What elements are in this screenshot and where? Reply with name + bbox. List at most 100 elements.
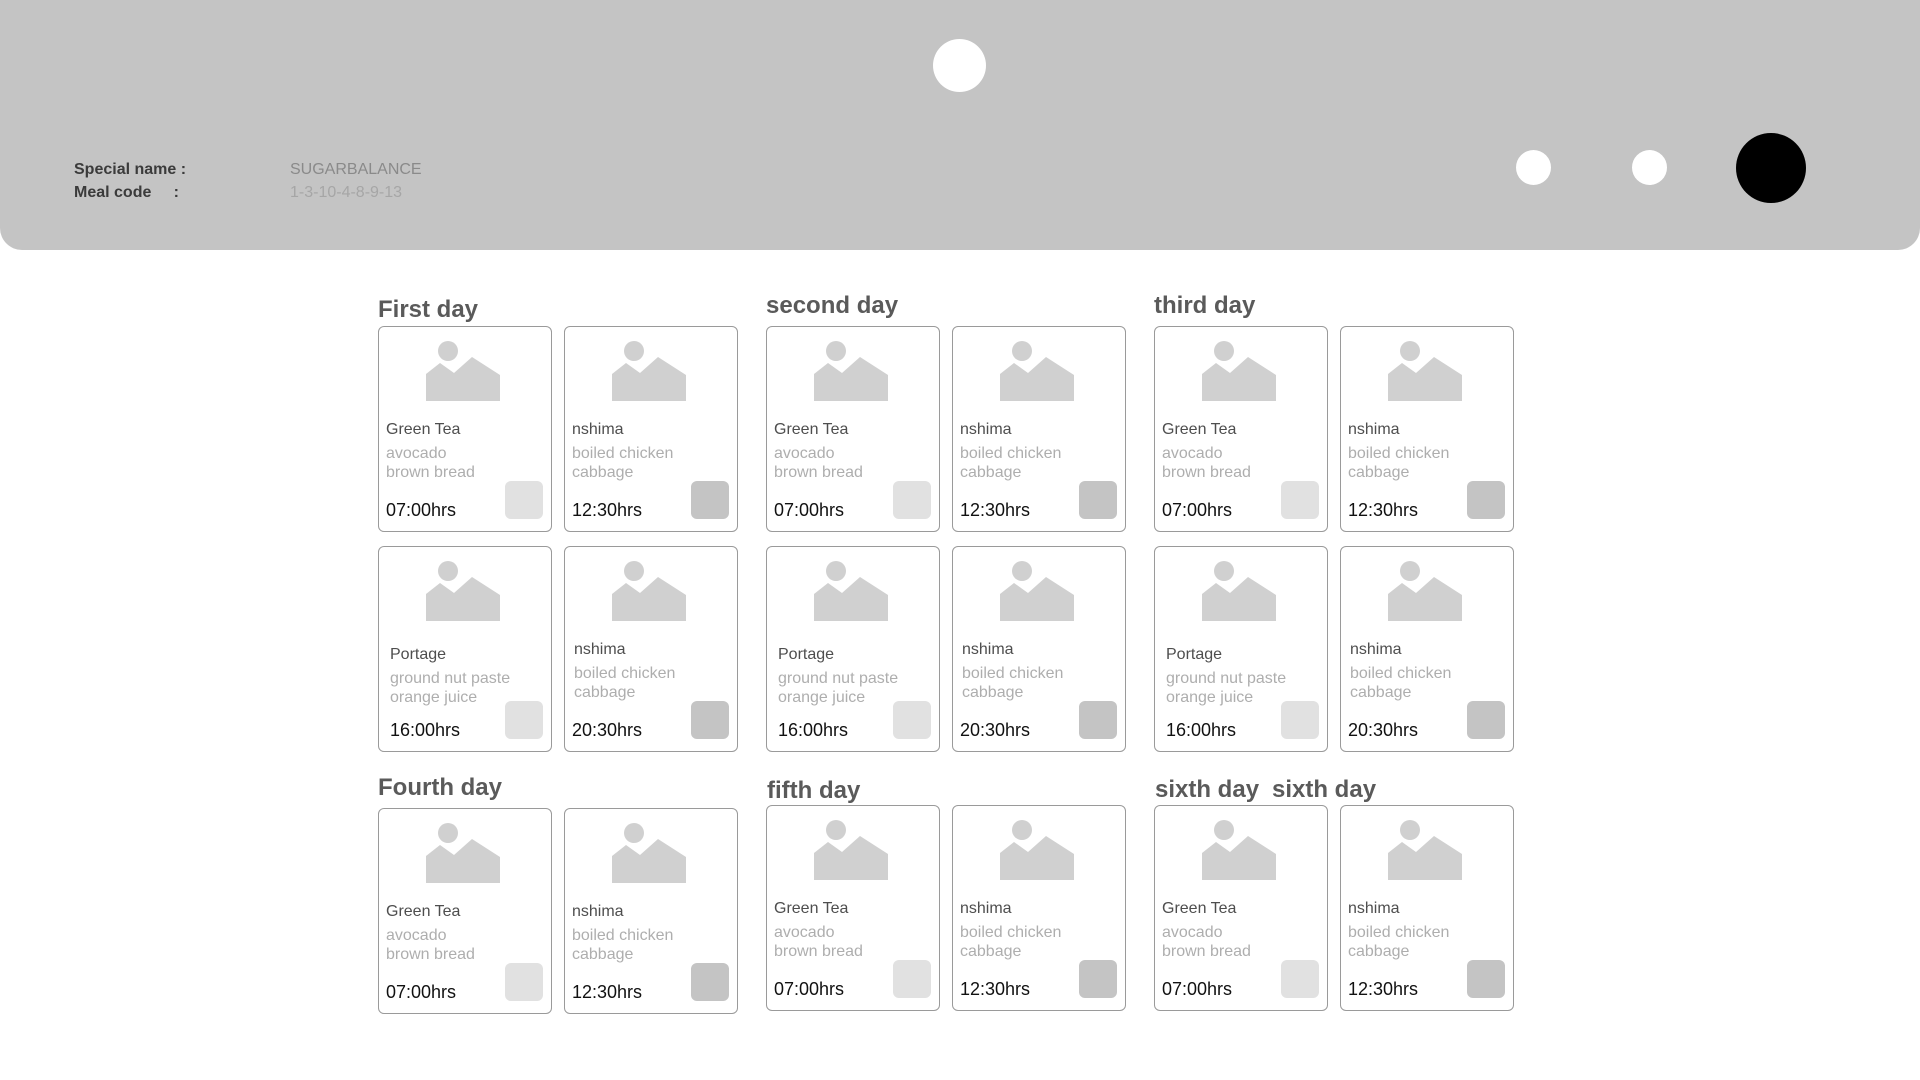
image-placeholder-icon — [612, 339, 686, 401]
meal-name: nshima — [960, 421, 1012, 438]
meal-check-button[interactable] — [1079, 481, 1117, 519]
meal-card[interactable]: Green Tea avocado brown bread 07:00hrs — [1154, 805, 1328, 1011]
meal-card[interactable]: nshima boiled chicken cabbage 12:30hrs — [1340, 326, 1514, 532]
meal-time: 07:00hrs — [386, 982, 457, 1002]
meal-card[interactable]: Green Tea avocado brown bread 07:00hrs — [766, 326, 940, 532]
meal-name: Portage — [778, 646, 835, 663]
ingredient-1: boiled chicken — [962, 665, 1064, 682]
ingredient-1: avocado — [386, 927, 447, 944]
image-placeholder-icon — [612, 559, 686, 621]
meal-check-button[interactable] — [505, 701, 543, 739]
meal-check-button[interactable] — [1281, 701, 1319, 739]
ingredient-1: ground nut paste — [390, 670, 511, 687]
meal-card[interactable]: nshima boiled chicken cabbage 12:30hrs — [952, 805, 1126, 1011]
ingredient-2: brown bread — [774, 464, 863, 481]
ingredient-1: avocado — [1162, 445, 1223, 462]
meal-check-button[interactable] — [893, 701, 931, 739]
meal-card[interactable]: nshima boiled chicken cabbage 12:30hrs — [564, 808, 738, 1014]
meal-name: nshima — [1348, 900, 1400, 917]
ingredient-2: brown bread — [774, 943, 863, 960]
day-title: second day — [766, 292, 899, 319]
ingredient-1: boiled chicken — [960, 924, 1062, 941]
meal-card[interactable]: Portage ground nut paste orange juice 16:00… — [378, 546, 552, 752]
meal-name: nshima — [1350, 641, 1402, 658]
meal-card[interactable]: Green Tea avocado brown bread 07:00hrs — [378, 326, 552, 532]
special-name-label: Special name : — [74, 161, 187, 178]
meal-check-button[interactable] — [1467, 701, 1505, 739]
profile-header: Special name : SUGARBALANCE Meal code : … — [0, 0, 1920, 250]
ingredient-2: cabbage — [960, 943, 1022, 960]
image-placeholder-icon — [814, 339, 888, 401]
ingredient-2: cabbage — [1348, 943, 1410, 960]
ingredient-1: boiled chicken — [960, 445, 1062, 462]
day-title: sixth day — [1155, 776, 1260, 803]
meal-check-button[interactable] — [1467, 960, 1505, 998]
meal-check-button[interactable] — [1079, 960, 1117, 998]
meal-time: 20:30hrs — [960, 720, 1031, 740]
meal-name: nshima — [1348, 421, 1400, 438]
meal-check-button[interactable] — [1281, 481, 1319, 519]
ingredient-1: boiled chicken — [572, 927, 674, 944]
day-title: First day — [378, 296, 479, 323]
ingredient-2: brown bread — [1162, 464, 1251, 481]
header-action-circle-3[interactable] — [1736, 133, 1806, 203]
meal-card[interactable]: Green Tea avocado brown bread 07:00hrs — [378, 808, 552, 1014]
day-title-duplicate: sixth day — [1272, 776, 1377, 803]
meal-check-button[interactable] — [1281, 960, 1319, 998]
meal-card[interactable]: Portage ground nut paste orange juice 16:00… — [766, 546, 940, 752]
ingredient-1: avocado — [774, 924, 835, 941]
ingredient-1: avocado — [386, 445, 447, 462]
ingredient-2: orange juice — [1166, 689, 1254, 706]
meal-check-button[interactable] — [1079, 701, 1117, 739]
image-placeholder-icon — [1388, 559, 1462, 621]
image-placeholder-icon — [814, 818, 888, 880]
header-action-circle-1[interactable] — [1516, 150, 1551, 185]
meal-time: 16:00hrs — [778, 720, 849, 740]
meal-name: Green Tea — [1162, 421, 1237, 438]
meal-time: 12:30hrs — [1348, 500, 1419, 520]
meal-card[interactable]: Green Tea avocado brown bread 07:00hrs — [766, 805, 940, 1011]
meal-card[interactable]: Portage ground nut paste orange juice 16:00… — [1154, 546, 1328, 752]
meal-card[interactable]: nshima boiled chicken cabbage 12:30hrs — [952, 326, 1126, 532]
meal-check-button[interactable] — [1467, 481, 1505, 519]
meal-check-button[interactable] — [691, 481, 729, 519]
meal-time: 07:00hrs — [774, 500, 845, 520]
meal-time: 07:00hrs — [774, 979, 845, 999]
meal-card[interactable]: nshima boiled chicken cabbage 20:30hrs — [564, 546, 738, 752]
meal-check-button[interactable] — [505, 481, 543, 519]
meal-time: 20:30hrs — [572, 720, 643, 740]
meal-card[interactable]: nshima boiled chicken cabbage 20:30hrs — [1340, 546, 1514, 752]
meal-time: 12:30hrs — [572, 500, 643, 520]
meal-time: 07:00hrs — [1162, 979, 1233, 999]
ingredient-2: cabbage — [962, 684, 1024, 701]
meal-name: nshima — [962, 641, 1014, 658]
meal-check-button[interactable] — [893, 481, 931, 519]
ingredient-2: cabbage — [572, 464, 634, 481]
ingredient-1: boiled chicken — [1348, 445, 1450, 462]
meal-check-button[interactable] — [691, 963, 729, 1001]
meal-time: 07:00hrs — [386, 500, 457, 520]
ingredient-2: orange juice — [778, 689, 866, 706]
image-placeholder-icon — [1000, 818, 1074, 880]
meal-check-button[interactable] — [505, 963, 543, 1001]
meal-card[interactable]: nshima boiled chicken cabbage 12:30hrs — [564, 326, 738, 532]
meal-name: Green Tea — [1162, 900, 1237, 917]
day-title: Fourth day — [378, 774, 502, 801]
meal-card[interactable]: Green Tea avocado brown bread 07:00hrs — [1154, 326, 1328, 532]
ingredient-2: brown bread — [386, 946, 475, 963]
day-title: third day — [1154, 292, 1256, 319]
image-placeholder-icon — [1202, 818, 1276, 880]
meal-card[interactable]: nshima boiled chicken cabbage 12:30hrs — [1340, 805, 1514, 1011]
profile-avatar[interactable] — [933, 39, 986, 92]
meal-check-button[interactable] — [691, 701, 729, 739]
ingredient-2: cabbage — [960, 464, 1022, 481]
meal-time: 16:00hrs — [1166, 720, 1237, 740]
meal-check-button[interactable] — [893, 960, 931, 998]
image-placeholder-icon — [1000, 339, 1074, 401]
image-placeholder-icon — [426, 821, 500, 883]
image-placeholder-icon — [1388, 339, 1462, 401]
meal-time: 12:30hrs — [960, 500, 1031, 520]
special-name-value: SUGARBALANCE — [290, 161, 422, 178]
meal-card[interactable]: nshima boiled chicken cabbage 20:30hrs — [952, 546, 1126, 752]
header-action-circle-2[interactable] — [1632, 150, 1667, 185]
